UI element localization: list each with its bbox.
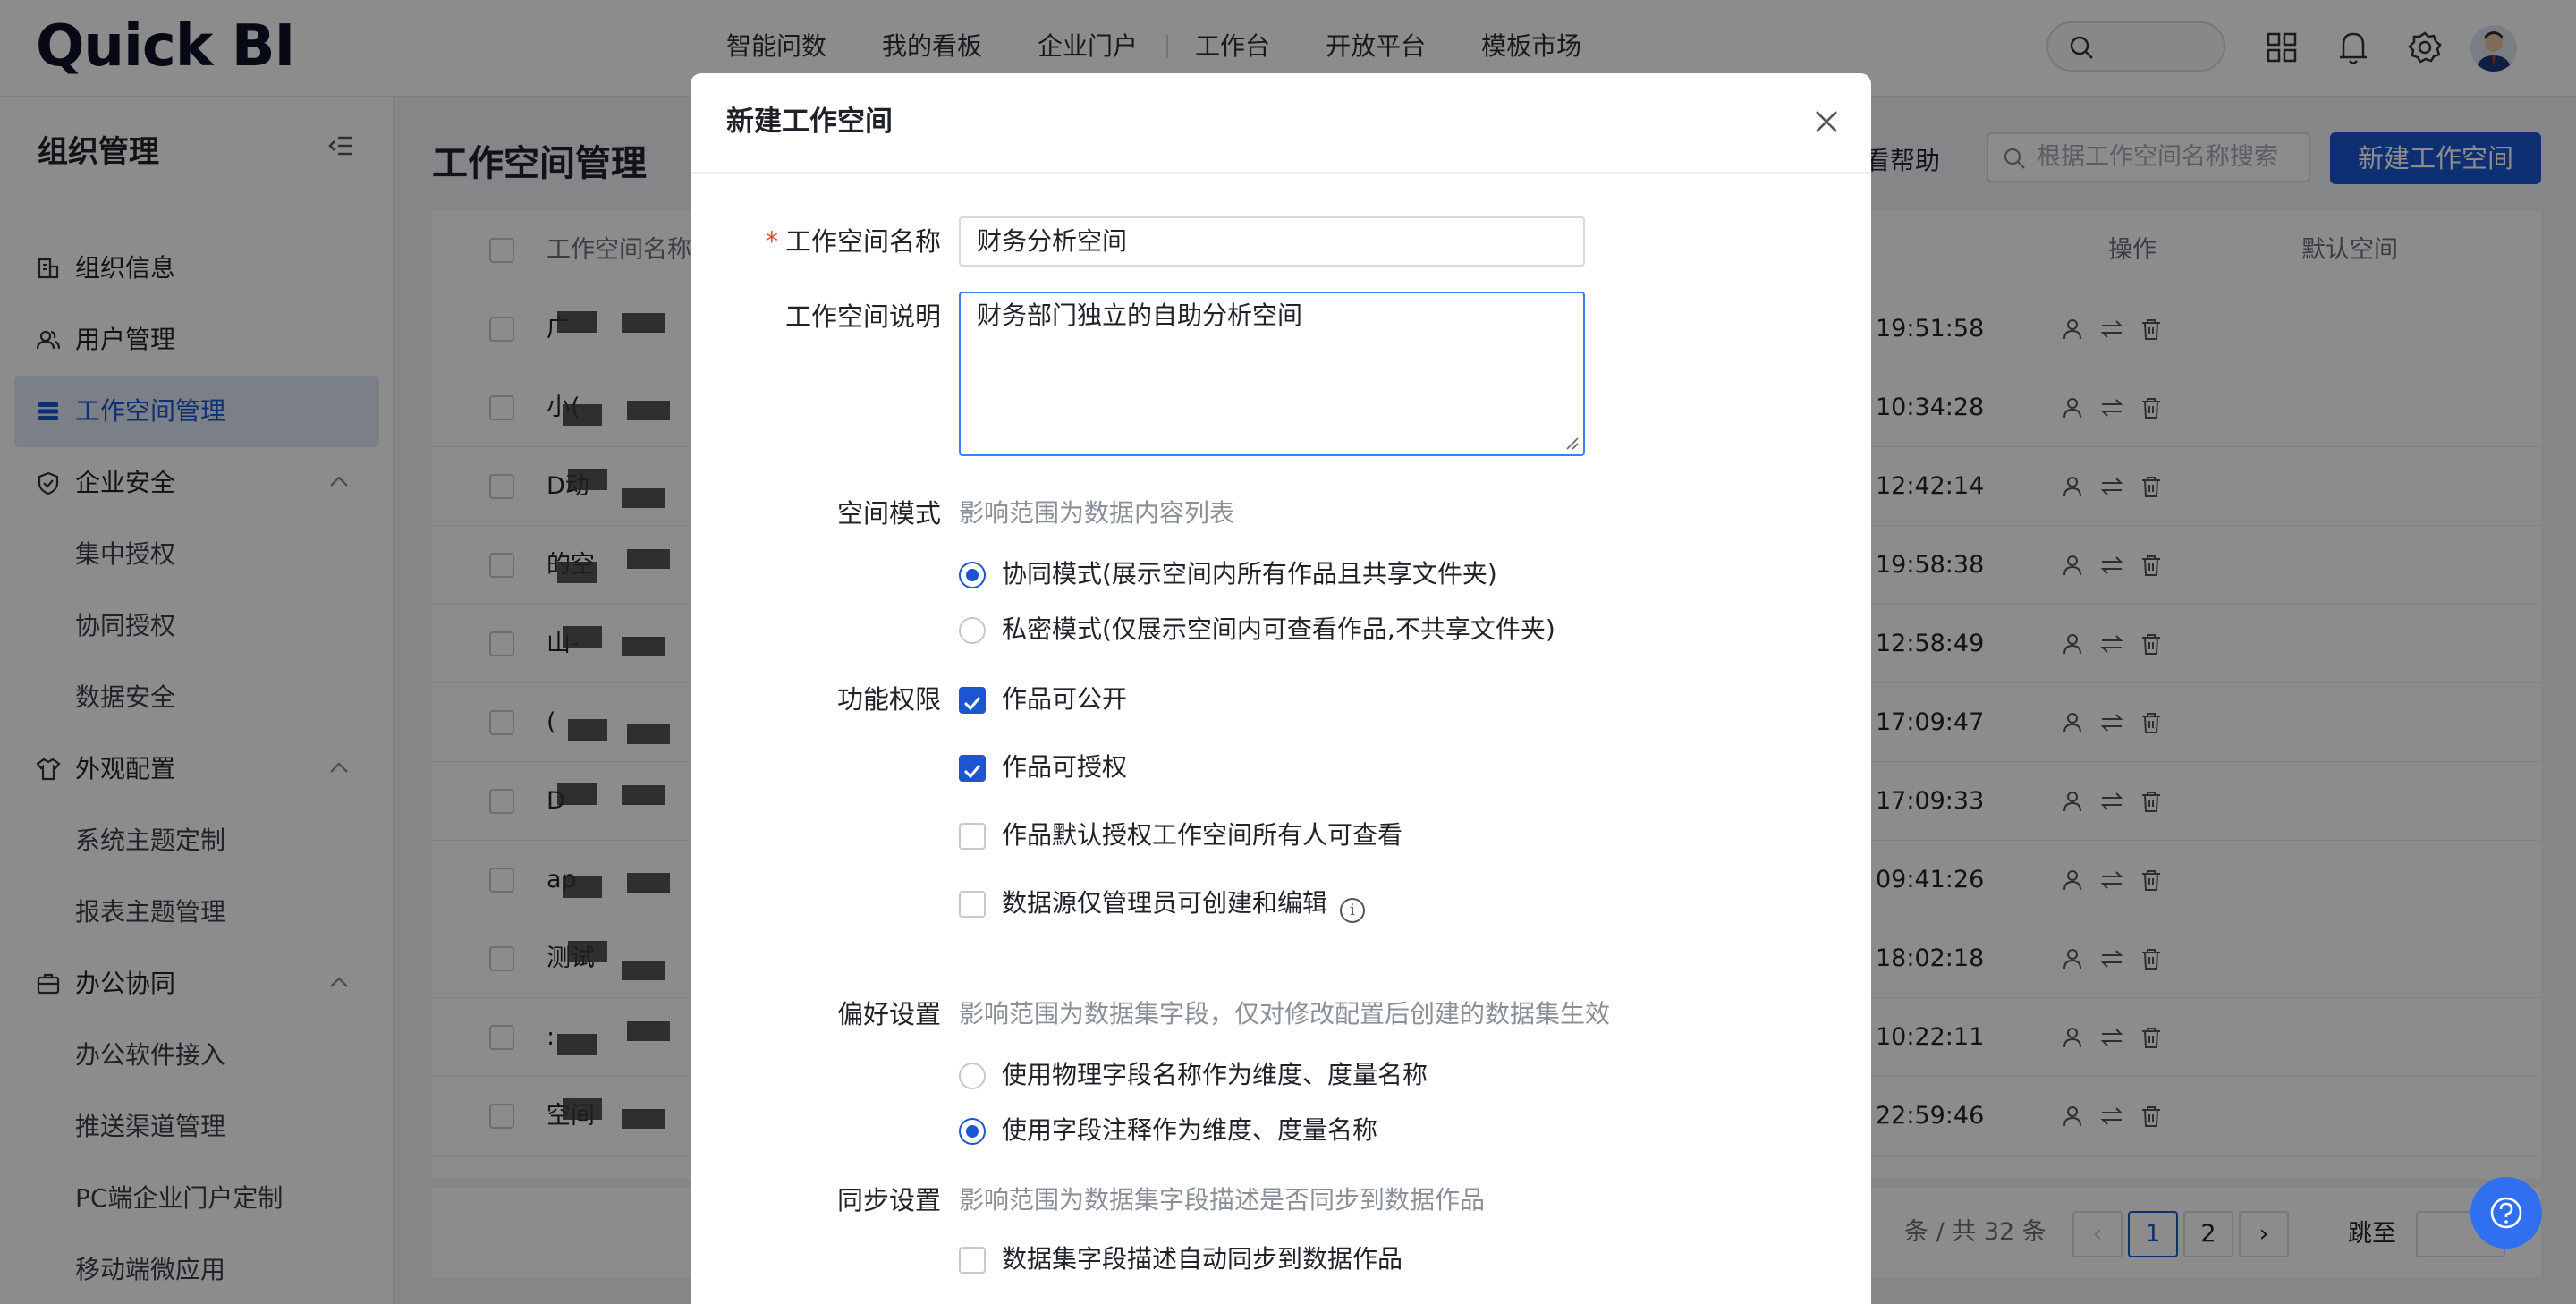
checkbox-unchecked[interactable] [959, 823, 986, 850]
help-float-button[interactable] [2470, 1177, 2542, 1249]
space-mode-label: 空间模式 [836, 498, 941, 529]
info-icon[interactable]: i [1340, 898, 1366, 923]
dialog-title: 新建工作空间 [726, 106, 893, 138]
checkbox-unchecked[interactable] [959, 1247, 986, 1274]
close-icon[interactable] [1812, 107, 1841, 136]
radio-selected[interactable] [959, 1118, 986, 1145]
resize-handle-icon[interactable] [1563, 435, 1580, 451]
checkbox-unchecked[interactable] [959, 891, 986, 918]
sync-label: 同步设置 [836, 1185, 941, 1215]
description-label: 工作空间说明 [784, 301, 941, 332]
question-icon [2490, 1197, 2522, 1229]
dialog-divider [691, 172, 1871, 174]
radio-unselected[interactable] [959, 617, 986, 644]
preferences-label: 偏好设置 [836, 999, 941, 1029]
checkbox-checked[interactable] [959, 687, 986, 714]
description-text: 财务部门独立的自助分析空间 [977, 301, 1303, 330]
name-label: * 工作空间名称 [765, 226, 941, 257]
workspace-description-textarea[interactable]: 财务部门独立的自助分析空间 [959, 292, 1585, 456]
sync-hint: 影响范围为数据集字段描述是否同步到数据作品 [959, 1185, 1486, 1215]
required-marker: * [765, 226, 778, 257]
workspace-name-input[interactable]: 财务分析空间 [959, 216, 1585, 267]
radio-selected[interactable] [959, 562, 986, 588]
preferences-hint: 影响范围为数据集字段，仅对修改配置后创建的数据集生效 [959, 999, 1611, 1029]
new-workspace-dialog: 新建工作空间 * 工作空间名称 财务分析空间 工作空间说明 财务部门独立的自助分析… [691, 73, 1871, 1304]
checkbox-checked[interactable] [959, 755, 986, 782]
permissions-label: 功能权限 [836, 684, 941, 715]
space-mode-hint: 影响范围为数据内容列表 [959, 498, 1235, 528]
radio-unselected[interactable] [959, 1063, 986, 1089]
